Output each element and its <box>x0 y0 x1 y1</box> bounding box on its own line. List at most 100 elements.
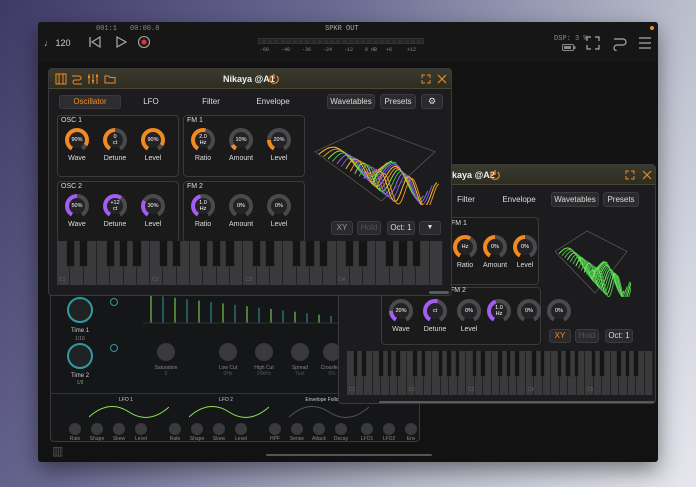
black-key[interactable] <box>437 351 444 377</box>
black-key[interactable] <box>590 351 597 377</box>
fm2-knob-1[interactable]: 0% <box>229 194 253 218</box>
mod-knob[interactable] <box>383 423 395 435</box>
fm1-knob-2[interactable]: 0% <box>513 235 537 259</box>
time2-knob[interactable] <box>65 341 95 371</box>
black-key[interactable] <box>352 351 359 377</box>
black-key[interactable] <box>420 351 427 377</box>
link-icon[interactable] <box>109 297 119 307</box>
black-key[interactable] <box>412 351 418 377</box>
black-key[interactable] <box>385 241 395 267</box>
black-key[interactable] <box>251 241 262 267</box>
mod-knob[interactable] <box>213 423 225 435</box>
wavetable-display[interactable] <box>311 123 439 205</box>
black-key[interactable] <box>386 351 393 377</box>
octave-selector[interactable]: Oct: 1 <box>605 329 633 343</box>
expand-icon[interactable] <box>421 74 431 84</box>
black-key[interactable] <box>265 241 275 267</box>
fm1-knob-0[interactable]: Hz <box>453 235 477 259</box>
mod-knob[interactable] <box>113 423 125 435</box>
mod-knob[interactable] <box>169 423 181 435</box>
osc2-knob-0[interactable]: 50% <box>65 194 89 218</box>
tab-oscillator[interactable]: Oscillator <box>59 95 121 109</box>
presets-button[interactable]: Presets <box>603 192 639 207</box>
osc-knob-2[interactable]: 0% <box>457 299 481 323</box>
fx-knob[interactable] <box>219 343 237 361</box>
black-key[interactable] <box>118 241 129 267</box>
fm1-knob-0[interactable]: 2.0 Hz <box>191 128 215 152</box>
white-key[interactable] <box>429 241 443 285</box>
presets-button[interactable]: Presets <box>380 94 416 109</box>
mod-knob[interactable] <box>313 423 325 435</box>
mod-knob[interactable] <box>235 423 247 435</box>
fm1-knob-2[interactable]: 20% <box>267 128 291 152</box>
record-icon[interactable] <box>137 35 151 49</box>
osc2-knob-2[interactable]: 30% <box>141 194 165 218</box>
keyboard-shortcut-icon[interactable]: ▥ <box>52 444 63 458</box>
folder-icon[interactable] <box>104 73 116 85</box>
black-key[interactable] <box>531 351 537 377</box>
mod-knob[interactable] <box>69 423 81 435</box>
black-key[interactable] <box>573 351 580 377</box>
black-key[interactable] <box>225 241 235 267</box>
black-key[interactable] <box>318 241 328 267</box>
black-key[interactable] <box>539 351 546 377</box>
black-key[interactable] <box>358 241 368 267</box>
black-key[interactable] <box>78 241 89 267</box>
fm1-knob-1[interactable]: 10% <box>229 128 253 152</box>
mod-knob[interactable] <box>405 423 417 435</box>
osc2-knob-1[interactable]: +12 ct <box>103 194 127 218</box>
octave-selector[interactable]: Oct: 1 <box>387 221 415 235</box>
wavetables-button[interactable]: Wavetables <box>551 192 599 207</box>
tab-envelope[interactable]: Envelope <box>253 97 293 106</box>
fm2-knob-0[interactable]: 1.0 Hz <box>191 194 215 218</box>
osc1-knob-0[interactable]: 90% <box>65 128 89 152</box>
black-key[interactable] <box>497 351 503 377</box>
resize-handle[interactable] <box>379 401 655 403</box>
black-key[interactable] <box>616 351 622 377</box>
black-key[interactable] <box>65 241 75 267</box>
link-icon[interactable] <box>109 343 119 353</box>
tab-filter[interactable]: Filter <box>451 195 481 204</box>
time1-knob[interactable] <box>65 295 95 325</box>
fx-knob[interactable] <box>157 343 175 361</box>
black-key[interactable] <box>411 241 422 267</box>
osc-knob-1[interactable]: ct <box>423 299 447 323</box>
power-icon[interactable] <box>489 169 501 181</box>
mod-knob[interactable] <box>269 423 281 435</box>
black-key[interactable] <box>198 241 209 267</box>
fm2-knob-1[interactable]: 0% <box>517 299 541 323</box>
osc1-knob-1[interactable]: 0 ct <box>103 128 127 152</box>
chevron-down-icon[interactable]: ▼ <box>419 221 441 235</box>
keyboard[interactable]: C1 C2 C3 C4 C5 <box>347 351 653 395</box>
xy-button[interactable]: XY <box>331 221 353 235</box>
black-key[interactable] <box>378 351 384 377</box>
menu-icon[interactable] <box>638 36 652 50</box>
black-key[interactable] <box>291 241 302 267</box>
black-key[interactable] <box>361 351 367 377</box>
fm2-knob-2[interactable]: 0% <box>267 194 291 218</box>
close-icon[interactable] <box>437 74 447 84</box>
mod-knob[interactable] <box>335 423 347 435</box>
black-key[interactable] <box>398 241 408 267</box>
wavetable-display[interactable] <box>551 227 631 297</box>
mod-knob[interactable] <box>191 423 203 435</box>
black-key[interactable] <box>105 241 115 267</box>
fullscreen-icon[interactable] <box>586 36 600 50</box>
black-key[interactable] <box>132 241 142 267</box>
routing-icon[interactable] <box>71 73 83 85</box>
mod-knob[interactable] <box>361 423 373 435</box>
resize-handle[interactable] <box>429 291 449 294</box>
xy-button[interactable]: XY <box>549 329 571 343</box>
black-key[interactable] <box>454 351 461 377</box>
tab-envelope[interactable]: Envelope <box>499 195 539 204</box>
black-key[interactable] <box>305 241 315 267</box>
settings-gear-icon[interactable]: ⚙ <box>421 94 443 109</box>
hold-button[interactable]: Hold <box>357 221 381 235</box>
black-key[interactable] <box>624 351 631 377</box>
fx-knob[interactable] <box>291 343 309 361</box>
black-key[interactable] <box>565 351 571 377</box>
keys-icon[interactable] <box>55 73 67 85</box>
tab-lfo[interactable]: LFO <box>139 97 163 106</box>
routing-icon[interactable] <box>612 35 628 51</box>
black-key[interactable] <box>556 351 563 377</box>
